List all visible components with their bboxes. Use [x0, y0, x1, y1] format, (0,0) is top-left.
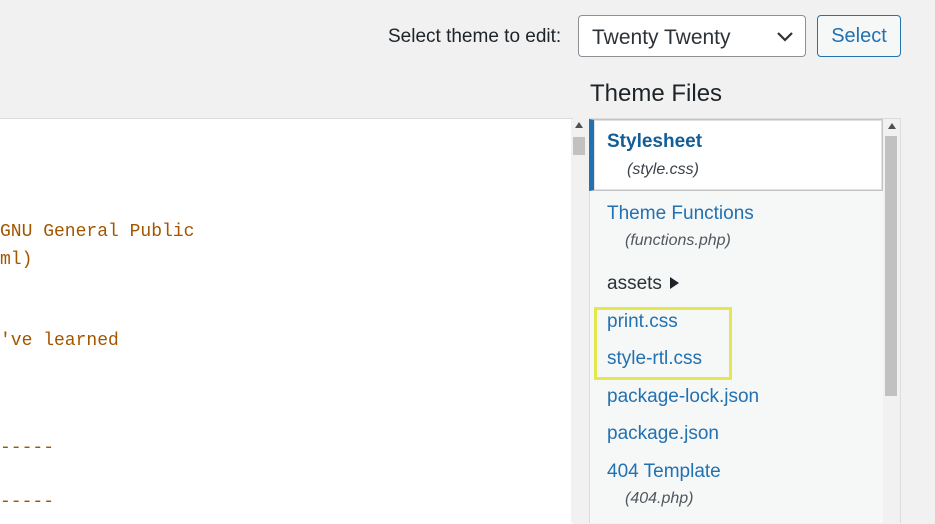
file-item-label[interactable]: Stylesheet [607, 131, 702, 153]
caret-right-icon[interactable] [670, 277, 679, 289]
code-line: 've learned [0, 331, 119, 351]
theme-files-heading: Theme Files [590, 80, 723, 107]
chevron-down-icon [777, 32, 793, 42]
theme-dropdown-value: Twenty Twenty [592, 26, 731, 49]
select-theme-label: Select theme to edit: [388, 26, 562, 47]
editor-scroll-thumb[interactable] [573, 137, 585, 155]
file-item-filename: (404.php) [625, 490, 694, 507]
theme-dropdown[interactable]: Twenty Twenty [578, 15, 806, 57]
editor-scrollbar[interactable] [571, 119, 588, 523]
file-item-filename: (functions.php) [625, 232, 731, 249]
file-item-theme-functions[interactable]: Theme Functions [607, 203, 754, 225]
select-button[interactable]: Select [817, 15, 901, 57]
scroll-up-icon[interactable] [575, 122, 583, 128]
file-item-filename: (style.css) [627, 161, 699, 178]
highlight-box [594, 307, 732, 380]
code-line: ----- [0, 492, 55, 512]
code-line: ml) [0, 250, 33, 270]
folder-item-assets[interactable]: assets [607, 273, 662, 295]
file-item-stylesheet[interactable] [589, 119, 883, 191]
file-item-package-json[interactable]: package.json [607, 423, 719, 445]
files-scroll-thumb[interactable] [885, 136, 897, 396]
code-line: ----- [0, 438, 55, 458]
file-item-404-template[interactable]: 404 Template [607, 461, 721, 483]
code-editor[interactable]: GNU General Public ml) 've learned -----… [0, 118, 573, 524]
scroll-up-icon[interactable] [888, 123, 896, 129]
code-line: GNU General Public [0, 222, 195, 242]
file-item-package-lock-json[interactable]: package-lock.json [607, 386, 759, 408]
